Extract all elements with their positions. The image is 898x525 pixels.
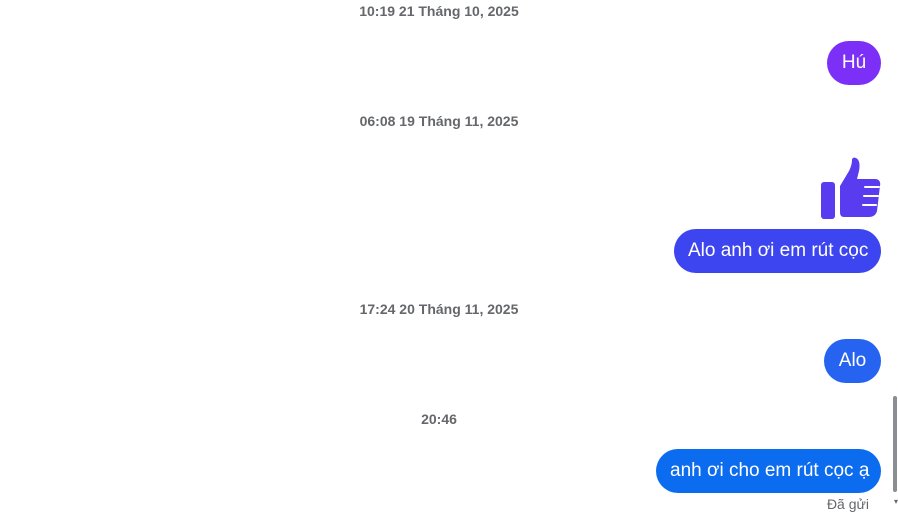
chat-thread: 10:19 21 Tháng 10, 2025 Hú 06:08 19 Thán… — [0, 0, 898, 525]
message-bubble[interactable]: Alo anh ơi em rút cọc — [674, 229, 881, 273]
thumbs-up-icon[interactable] — [819, 157, 881, 219]
scroll-down-arrow-icon[interactable]: ▾ — [894, 498, 898, 506]
message-bubble[interactable]: anh ơi cho em rút cọc ạ — [656, 449, 881, 493]
sent-status: Đã gửi — [826, 496, 869, 512]
scrollbar[interactable]: ▾ — [890, 0, 898, 525]
timestamp: 10:19 21 Tháng 10, 2025 — [359, 3, 519, 19]
message-bubble[interactable]: Alo — [824, 339, 881, 383]
timestamp: 20:46 — [421, 411, 457, 427]
scrollbar-thumb[interactable] — [893, 396, 897, 492]
timestamp: 17:24 20 Tháng 11, 2025 — [359, 301, 519, 317]
timestamp: 06:08 19 Tháng 11, 2025 — [359, 113, 519, 129]
message-bubble[interactable]: Hú — [827, 41, 881, 85]
